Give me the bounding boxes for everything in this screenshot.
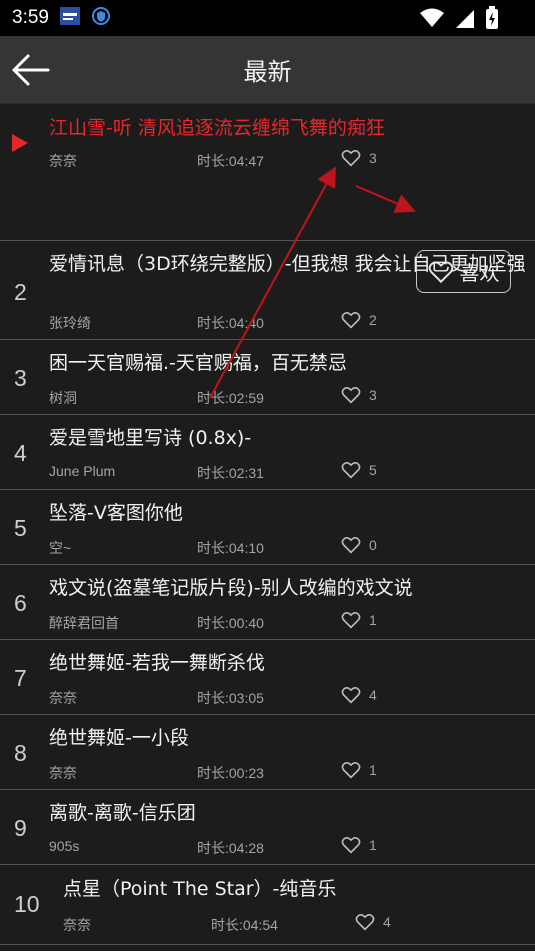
song-item[interactable]: 10 点星（Point The Star）-纯音乐 奈奈 时长:04:54 4 [0, 865, 535, 945]
song-likes: 1 [341, 761, 377, 779]
heart-icon [355, 914, 375, 931]
song-item[interactable]: 2 爱情讯息（3D环绕完整版）-但我想 我会让自己更加坚强 张玲绮 时长:04:… [0, 241, 535, 340]
song-artist: 奈奈 [49, 690, 77, 706]
song-duration: 时长:04:40 [197, 315, 264, 331]
song-item[interactable]: 3 困一天官赐福.-天官赐福，百无禁忌 树洞 时长:02:59 3 [0, 340, 535, 415]
song-title: 困一天官赐福.-天官赐福，百无禁忌 [49, 352, 347, 374]
song-item[interactable]: 6 戏文说(盗墓笔记版片段)-别人改编的戏文说 醉辞君回首 时长:00:40 1 [0, 565, 535, 640]
status-time: 3:59 [12, 7, 49, 28]
heart-icon [341, 537, 361, 554]
song-duration: 时长:02:31 [197, 465, 264, 481]
song-number: 7 [14, 665, 27, 691]
signal-icon [455, 7, 475, 33]
now-playing-item[interactable]: 江山雪-听 清风追逐流云缠绵飞舞的痴狂 奈奈 时长:04:47 3 喜欢 [0, 104, 535, 293]
app-bar: 最新 [0, 36, 535, 104]
song-likes: 1 [341, 611, 377, 629]
song-likes: 3 [341, 386, 377, 404]
song-title: 离歌-离歌-信乐团 [49, 802, 196, 824]
song-number: 2 [14, 279, 27, 305]
like-count: 4 [369, 687, 377, 703]
like-count: 1 [369, 612, 377, 628]
song-duration: 时长:02:59 [197, 390, 264, 406]
heart-icon [341, 462, 361, 479]
back-button[interactable] [8, 50, 52, 90]
back-arrow-icon [12, 54, 50, 86]
shield-icon [91, 6, 111, 30]
song-item[interactable]: 9 离歌-离歌-信乐团 905s 时长:04:28 1 [0, 790, 535, 865]
song-number: 3 [14, 365, 27, 391]
song-list: 江山雪-听 清风追逐流云缠绵飞舞的痴狂 奈奈 时长:04:47 3 喜欢 2 爱… [0, 104, 535, 945]
heart-icon [341, 837, 361, 854]
song-number: 9 [14, 815, 27, 841]
heart-icon [341, 612, 361, 629]
song-likes: 1 [341, 836, 377, 854]
heart-icon [341, 150, 361, 167]
song-number: 5 [14, 515, 27, 541]
song-title: 坠落-V客图你他 [49, 502, 183, 524]
song-duration: 时长:00:23 [197, 765, 264, 781]
song-duration: 时长:03:05 [197, 690, 264, 706]
song-title: 爱是雪地里写诗 (0.8x)- [49, 427, 252, 449]
song-title: 戏文说(盗墓笔记版片段)-别人改编的戏文说 [49, 577, 413, 599]
song-item[interactable]: 7 绝世舞姬-若我一舞断杀伐 奈奈 时长:03:05 4 [0, 640, 535, 715]
song-likes: 0 [341, 536, 377, 554]
song-duration: 时长:04:10 [197, 540, 264, 556]
song-number: 10 [14, 891, 40, 917]
song-artist: 905s [49, 838, 80, 854]
like-count: 1 [369, 837, 377, 853]
song-likes: 2 [341, 311, 377, 329]
song-item[interactable]: 8 绝世舞姬-一小段 奈奈 时长:00:23 1 [0, 715, 535, 790]
song-artist: 张玲绮 [49, 315, 91, 331]
song-artist: 奈奈 [63, 917, 91, 933]
song-number: 6 [14, 590, 27, 616]
now-playing-artist: 奈奈 [49, 153, 77, 169]
song-likes: 4 [355, 913, 391, 931]
now-playing-title: 江山雪-听 清风追逐流云缠绵飞舞的痴狂 [49, 117, 385, 139]
song-title: 爱情讯息（3D环绕完整版）-但我想 我会让自己更加坚强 [49, 253, 526, 275]
song-duration: 时长:00:40 [197, 615, 264, 631]
now-playing-likes: 3 [341, 149, 377, 167]
song-title: 点星（Point The Star）-纯音乐 [63, 878, 337, 900]
song-artist: 空~ [49, 540, 72, 556]
play-icon [12, 134, 28, 152]
status-bar: 3:59 [0, 0, 535, 36]
like-count: 2 [369, 312, 377, 328]
song-item[interactable]: 4 爱是雪地里写诗 (0.8x)- June Plum 时长:02:31 5 [0, 415, 535, 490]
song-artist: 奈奈 [49, 765, 77, 781]
song-number: 4 [14, 440, 27, 466]
song-likes: 5 [341, 461, 377, 479]
song-title: 绝世舞姬-一小段 [49, 727, 189, 749]
song-duration: 时长:04:54 [211, 917, 278, 933]
heart-icon [341, 687, 361, 704]
song-artist: June Plum [49, 463, 116, 479]
song-duration: 时长:04:28 [197, 840, 264, 856]
song-title: 绝世舞姬-若我一舞断杀伐 [49, 652, 265, 674]
page-title: 最新 [243, 58, 292, 86]
like-count: 1 [369, 762, 377, 778]
heart-icon [341, 762, 361, 779]
now-playing-duration: 时长:04:47 [197, 153, 264, 169]
heart-icon [341, 312, 361, 329]
song-number: 8 [14, 740, 27, 766]
like-count: 3 [369, 150, 377, 166]
heart-icon [341, 387, 361, 404]
song-artist: 树洞 [49, 390, 77, 406]
wifi-icon [419, 7, 445, 33]
song-artist: 醉辞君回首 [49, 615, 119, 631]
like-count: 5 [369, 462, 377, 478]
song-likes: 4 [341, 686, 377, 704]
app-notification-icon [59, 6, 81, 30]
like-count: 0 [369, 537, 377, 553]
battery-icon [485, 6, 499, 34]
like-count: 3 [369, 387, 377, 403]
like-count: 4 [383, 914, 391, 930]
song-item[interactable]: 5 坠落-V客图你他 空~ 时长:04:10 0 [0, 490, 535, 565]
